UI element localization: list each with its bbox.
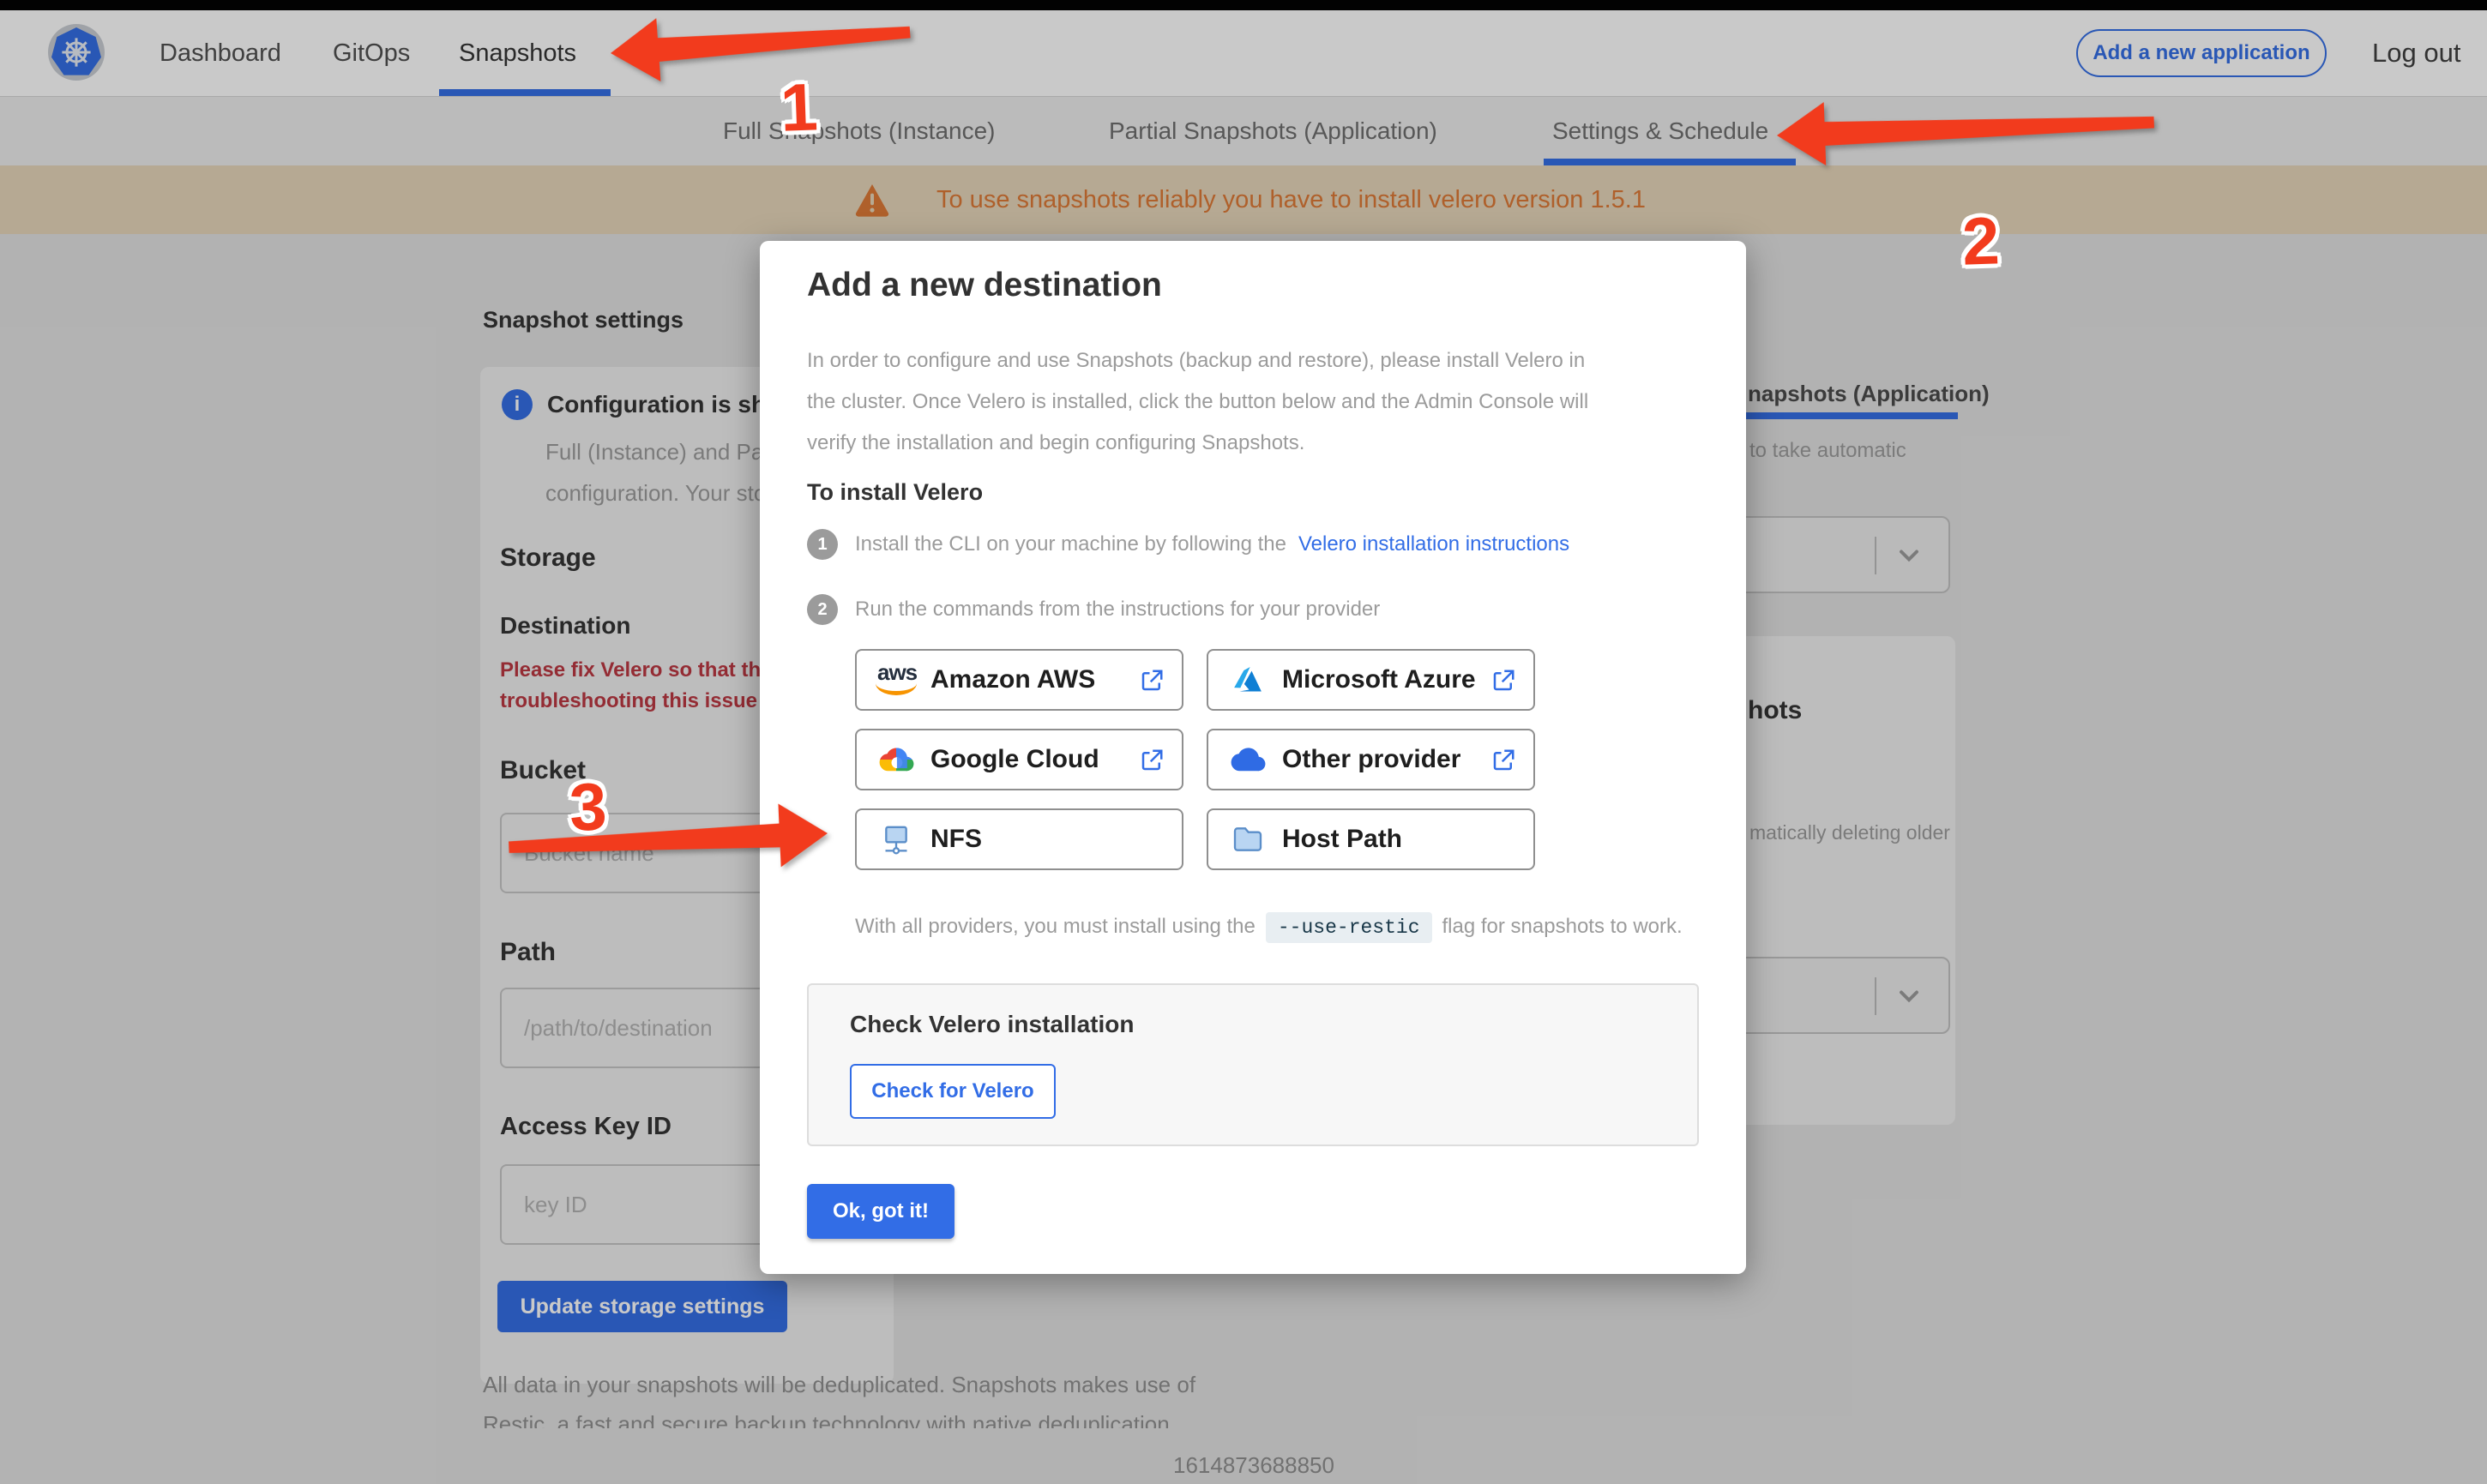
provider-button-gcp[interactable]: Google Cloud (855, 729, 1183, 790)
install-step-1: 1Install the CLI on your machine by foll… (807, 529, 1569, 560)
annotation-number-3: 3 (568, 767, 608, 846)
provider-button-other[interactable]: Other provider (1207, 729, 1535, 790)
folder-icon (1227, 820, 1268, 858)
install-step-2: 2Run the commands from the instructions … (807, 594, 1380, 625)
restic-note: With all providers, you must install usi… (855, 915, 1683, 939)
velero-instructions-link[interactable]: Velero installation instructions (1298, 532, 1569, 556)
annotation-number-1: 1 (779, 68, 819, 147)
ok-got-it-button[interactable]: Ok, got it! (807, 1184, 954, 1239)
add-destination-modal: Add a new destination In order to config… (760, 241, 1746, 1274)
step-number-badge: 1 (807, 529, 838, 560)
external-link-icon (1139, 748, 1165, 773)
provider-button-aws[interactable]: aws Amazon AWS (855, 649, 1183, 711)
google-cloud-logo-icon (876, 741, 917, 778)
annotation-arrow-2 (1776, 91, 2155, 167)
nfs-network-icon (876, 820, 917, 858)
external-link-icon (1490, 668, 1516, 694)
aws-logo-icon: aws (876, 661, 917, 699)
check-for-velero-button[interactable]: Check for Velero (850, 1064, 1056, 1119)
modal-intro-text: In order to configure and use Snapshots … (807, 340, 1605, 464)
external-link-icon (1139, 668, 1165, 694)
use-restic-flag: --use-restic (1266, 912, 1432, 943)
annotation-number-2: 2 (1960, 201, 2001, 280)
provider-button-nfs[interactable]: NFS (855, 808, 1183, 870)
provider-button-hostpath[interactable]: Host Path (1207, 808, 1535, 870)
check-velero-box: Check Velero installation Check for Vele… (807, 983, 1699, 1146)
provider-grid: aws Amazon AWS Microsoft Azure (855, 649, 1535, 870)
provider-button-azure[interactable]: Microsoft Azure (1207, 649, 1535, 711)
cloud-icon (1227, 741, 1268, 778)
azure-logo-icon (1227, 661, 1268, 699)
install-velero-heading: To install Velero (807, 479, 983, 506)
external-link-icon (1490, 748, 1516, 773)
modal-title: Add a new destination (807, 267, 1162, 304)
check-velero-title: Check Velero installation (850, 1011, 1134, 1038)
step-number-badge: 2 (807, 594, 838, 625)
